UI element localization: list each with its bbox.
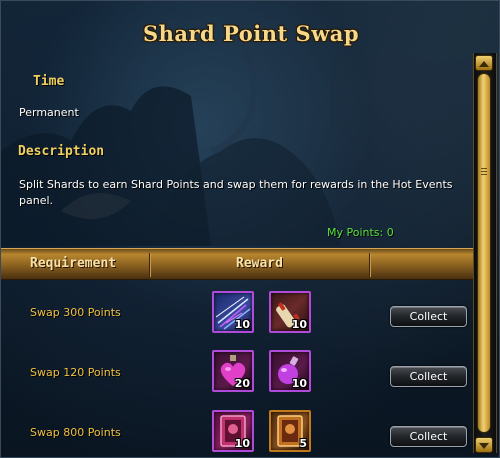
reward-count: 10: [291, 318, 307, 331]
reward-count: 5: [299, 437, 307, 450]
requirement-label: Swap 800 Points: [30, 426, 121, 439]
description-text: Split Shards to earn Shard Points and sw…: [19, 178, 453, 207]
chevron-down-icon: [479, 443, 489, 449]
reward-table-header: Requirement Reward: [1, 248, 473, 280]
time-value: Permanent: [19, 106, 79, 119]
grip-line: [481, 171, 487, 172]
reward-count: 10: [234, 318, 250, 331]
shard-point-swap-panel: Shard Point Swap Time Permanent Descript…: [0, 0, 500, 458]
requirement-label: Swap 120 Points: [30, 366, 121, 379]
column-divider: [149, 253, 151, 277]
purple-potion-icon[interactable]: 10: [269, 350, 311, 392]
chevron-up-icon: [479, 61, 489, 67]
my-points: My Points: 0: [327, 226, 394, 239]
reward-count: 10: [234, 437, 250, 450]
reward-column-header: Reward: [236, 256, 283, 271]
description-heading: Description: [18, 144, 105, 159]
scroll-up-button[interactable]: [475, 55, 493, 71]
grip-line: [481, 168, 487, 169]
table-row: Swap 120 Points 20 10 Collect: [1, 349, 473, 409]
collect-button[interactable]: Collect: [390, 306, 467, 327]
scroll-icon[interactable]: 10: [269, 291, 311, 333]
heart-potion-icon[interactable]: 20: [212, 350, 254, 392]
grip-line: [481, 174, 487, 175]
time-heading: Time: [33, 74, 65, 89]
collect-button[interactable]: Collect: [390, 366, 467, 387]
table-row: Swap 800 Points 10 5 Collect: [1, 409, 473, 457]
table-row: Swap 300 Points 10 10 Collect: [1, 289, 473, 349]
reward-count: 10: [291, 377, 307, 390]
scroll-down-button[interactable]: [475, 437, 493, 453]
scrollbar-thumb[interactable]: [477, 73, 491, 433]
requirement-column-header: Requirement: [30, 256, 117, 271]
purple-card-icon[interactable]: 10: [212, 410, 254, 452]
requirement-label: Swap 300 Points: [30, 306, 121, 319]
window-title: Shard Point Swap: [142, 21, 360, 46]
gold-card-icon[interactable]: 5: [269, 410, 311, 452]
column-divider: [369, 253, 371, 277]
collect-button[interactable]: Collect: [390, 426, 467, 447]
arrow-volley-skill-icon[interactable]: 10: [212, 291, 254, 333]
reward-count: 20: [234, 377, 250, 390]
